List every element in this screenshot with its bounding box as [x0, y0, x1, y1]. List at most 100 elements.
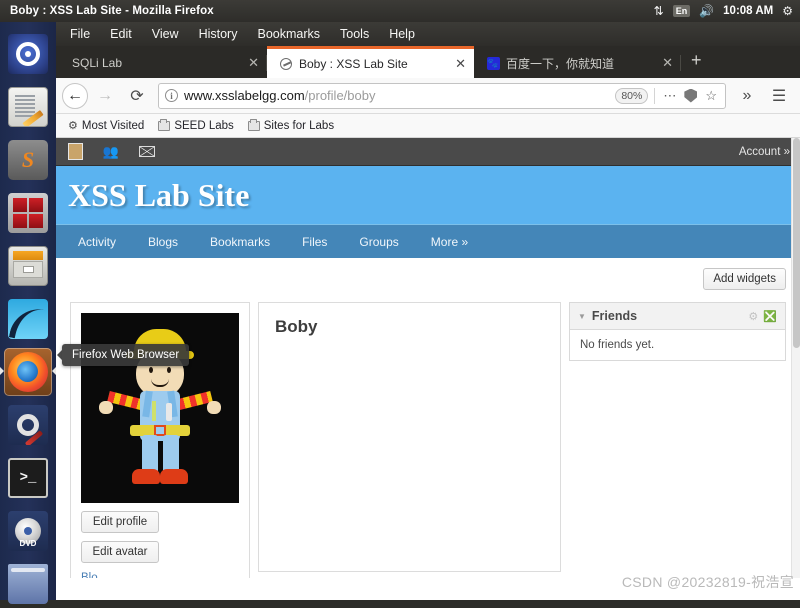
sublime-text-icon: S [8, 140, 48, 180]
file-cabinet-icon [8, 246, 48, 286]
profile-main: Boby [258, 302, 561, 572]
launcher-item-sublime-text[interactable]: S [4, 136, 52, 184]
launcher-item-wireshark[interactable] [4, 295, 52, 343]
url-host: www.xsslabelgg.com [184, 88, 305, 103]
nav-item-files[interactable]: Files [302, 235, 327, 249]
terminal-icon: >_ [8, 458, 48, 498]
chevron-double-right-icon[interactable]: » [732, 82, 762, 110]
window-title: Boby : XSS Lab Site - Mozilla Firefox [10, 5, 214, 17]
arrow-right-icon[interactable]: → [90, 82, 120, 110]
bookmark-most-visited[interactable]: ⚙ Most Visited [68, 119, 144, 132]
site-navigation: Activity Blogs Bookmarks Files Groups Mo… [56, 224, 800, 258]
info-circle-icon[interactable]: i [165, 89, 178, 102]
scrollbar-thumb[interactable] [793, 138, 800, 348]
toolbar-divider [654, 88, 655, 104]
bookmark-sites-for-labs[interactable]: Sites for Labs [248, 120, 334, 132]
elgg-icon [279, 57, 293, 71]
close-icon[interactable]: ✕ [455, 56, 466, 72]
menu-history[interactable]: History [199, 27, 238, 41]
network-updown-icon[interactable]: ⇅ [654, 5, 664, 17]
wireshark-fin-icon [8, 299, 48, 339]
menu-help[interactable]: Help [389, 27, 415, 41]
nav-item-groups[interactable]: Groups [359, 235, 398, 249]
friends-widget-body: No friends yet. [570, 330, 785, 360]
hamburger-menu-icon[interactable]: ☰ [764, 82, 794, 110]
launcher-item-trash[interactable] [4, 560, 52, 608]
launcher-item-text-editor[interactable] [4, 83, 52, 131]
unity-launcher: S >_ DVD [0, 22, 56, 600]
launcher-item-dvd-player[interactable]: DVD [4, 507, 52, 555]
folder-icon [248, 121, 260, 131]
nav-item-bookmarks[interactable]: Bookmarks [210, 235, 270, 249]
tab-label: 百度一下，你就知道 [506, 55, 656, 72]
bookmark-label: SEED Labs [174, 120, 233, 132]
menu-bookmarks[interactable]: Bookmarks [257, 27, 320, 41]
shield-icon[interactable] [684, 89, 697, 103]
new-tab-button[interactable]: + [681, 50, 712, 74]
nav-item-activity[interactable]: Activity [78, 235, 116, 249]
page-content: Add widgets [56, 258, 800, 578]
tab-sqli-lab[interactable]: SQLi Lab ✕ [60, 48, 267, 78]
zoom-level-badge[interactable]: 80% [615, 88, 648, 104]
gear-icon[interactable]: ⚙ [782, 5, 793, 17]
clock[interactable]: 10:08 AM [723, 5, 773, 17]
avatar[interactable] [81, 313, 239, 503]
friends-widget-title: Friends [592, 309, 637, 323]
red-grid-icon [8, 193, 48, 233]
envelope-icon[interactable] [138, 143, 156, 161]
triangle-down-icon[interactable]: ▼ [578, 312, 586, 321]
firefox-icon [8, 352, 48, 392]
star-icon[interactable]: ☆ [703, 88, 719, 104]
bookmarks-toolbar: ⚙ Most Visited SEED Labs Sites for Labs [56, 114, 800, 138]
widget-toolbar: Add widgets [70, 268, 786, 290]
edit-avatar-button[interactable]: Edit avatar [81, 541, 159, 563]
bookmark-seed-labs[interactable]: SEED Labs [158, 120, 233, 132]
folder-icon [158, 121, 170, 131]
keyboard-layout-indicator[interactable]: En [673, 5, 691, 17]
close-icon[interactable]: ✕ [662, 55, 673, 71]
firefox-window: File Edit View History Bookmarks Tools H… [56, 22, 800, 600]
menu-file[interactable]: File [70, 27, 90, 41]
sidebar-cut-off-link[interactable]: Blo [81, 572, 239, 578]
gedit-icon [8, 87, 48, 127]
volume-icon[interactable]: 🔊 [699, 5, 714, 17]
launcher-item-firefox[interactable] [4, 348, 52, 396]
tab-boby-xss-lab-site[interactable]: Boby : XSS Lab Site ✕ [267, 46, 474, 78]
system-tray: ⇅ En 🔊 10:08 AM ⚙ [654, 5, 800, 17]
gear-icon: ⚙ [68, 119, 78, 132]
bookmark-label: Most Visited [82, 120, 144, 132]
menu-view[interactable]: View [152, 27, 179, 41]
watermark: CSDN @20232819-祝浩宣 [622, 572, 794, 592]
friends-group-icon[interactable]: 👥 [102, 143, 120, 161]
edit-profile-button[interactable]: Edit profile [81, 511, 159, 533]
reload-icon[interactable]: ⟳ [122, 82, 152, 110]
ubuntu-top-panel: Boby : XSS Lab Site - Mozilla Firefox ⇅ … [0, 0, 800, 22]
page-scrollbar[interactable] [791, 138, 800, 578]
arrow-left-icon[interactable]: ← [62, 83, 88, 109]
friends-widget-actions: ⚙ ❎ [748, 310, 777, 323]
url-bar[interactable]: i www.xsslabelgg.com/profile/boby 80% ⋯ … [158, 83, 726, 109]
launcher-item-ubuntu-dash[interactable] [4, 30, 52, 78]
menu-edit[interactable]: Edit [110, 27, 132, 41]
close-icon[interactable]: ✕ [248, 55, 259, 71]
menu-tools[interactable]: Tools [340, 27, 369, 41]
launcher-item-terminal[interactable]: >_ [4, 454, 52, 502]
dvd-disc-icon: DVD [8, 511, 48, 551]
launcher-item-file-manager[interactable] [4, 242, 52, 290]
gear-icon[interactable]: ⚙ [748, 310, 758, 323]
launcher-item-red-grid-app[interactable] [4, 189, 52, 237]
close-circle-icon[interactable]: ❎ [763, 310, 777, 323]
url-text: www.xsslabelgg.com/profile/boby [184, 88, 609, 103]
nav-item-blogs[interactable]: Blogs [148, 235, 178, 249]
ellipsis-icon[interactable]: ⋯ [661, 88, 678, 104]
tab-label: SQLi Lab [72, 56, 242, 70]
nav-item-more[interactable]: More » [431, 235, 468, 249]
tab-baidu[interactable]: 🐾 百度一下，你就知道 ✕ [474, 48, 681, 78]
add-widgets-button[interactable]: Add widgets [703, 268, 786, 290]
launcher-item-system-tools[interactable] [4, 401, 52, 449]
user-avatar-icon[interactable] [66, 143, 84, 161]
launcher-tooltip: Firefox Web Browser [62, 344, 189, 366]
tab-label: Boby : XSS Lab Site [299, 57, 449, 71]
account-menu[interactable]: Account » [739, 146, 790, 158]
friends-widget: ▼ Friends ⚙ ❎ No friends yet. [569, 302, 786, 361]
